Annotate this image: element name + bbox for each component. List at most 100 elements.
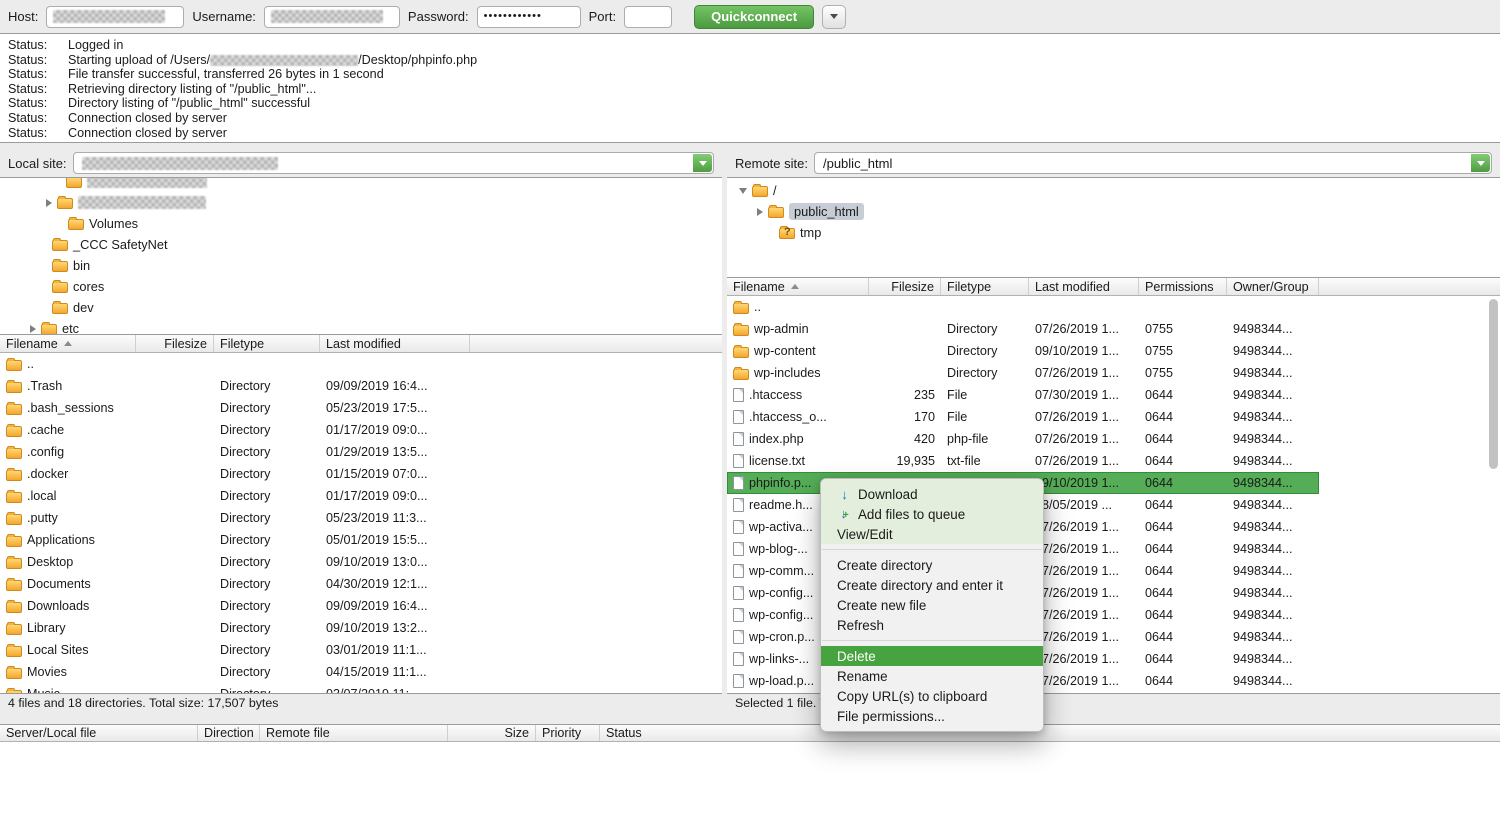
- file-row[interactable]: .htaccess_o... 170 File 07/26/2019 1... …: [727, 406, 1319, 428]
- file-icon: [733, 388, 744, 402]
- file-row[interactable]: .bash_sessions Directory 05/23/2019 17:5…: [0, 397, 722, 419]
- menu-item-create-new-file[interactable]: Create new file: [821, 595, 1043, 615]
- scrollbar[interactable]: [1487, 297, 1499, 692]
- menu-item-download[interactable]: ↓Download: [821, 484, 1043, 504]
- column-header-remotefile[interactable]: Remote file: [260, 725, 448, 741]
- chevron-down-icon[interactable]: [693, 154, 712, 172]
- column-header-direction[interactable]: Direction: [198, 725, 260, 741]
- file-row[interactable]: Music Directory 03/07/2019 11:...: [0, 683, 722, 693]
- menu-item-delete[interactable]: Delete: [821, 646, 1043, 666]
- tree-item[interactable]: dev: [0, 297, 722, 318]
- column-header-ownergroup[interactable]: Owner/Group: [1227, 278, 1319, 295]
- chevron-down-icon[interactable]: [1471, 154, 1490, 172]
- file-row[interactable]: .putty Directory 05/23/2019 11:3...: [0, 507, 722, 529]
- file-icon: [733, 454, 744, 468]
- local-site-row: Local site:: [0, 149, 722, 177]
- column-header-filetype[interactable]: Filetype: [214, 335, 320, 352]
- tree-item[interactable]: /: [727, 180, 1500, 201]
- tree-item[interactable]: [0, 177, 722, 192]
- file-row[interactable]: .config Directory 01/29/2019 13:5...: [0, 441, 722, 463]
- column-header-priority[interactable]: Priority: [536, 725, 600, 741]
- column-header-filename[interactable]: Filename: [0, 335, 136, 352]
- file-row[interactable]: Applications Directory 05/01/2019 15:5..…: [0, 529, 722, 551]
- file-icon: [733, 303, 749, 314]
- redacted-folder: [87, 177, 207, 188]
- menu-item-rename[interactable]: Rename: [821, 666, 1043, 686]
- tree-item[interactable]: public_html: [727, 201, 1500, 222]
- username-input[interactable]: [264, 6, 400, 28]
- file-row[interactable]: .htaccess 235 File 07/30/2019 1... 0644 …: [727, 384, 1319, 406]
- queue-splitter[interactable]: [0, 711, 1500, 724]
- tree-item[interactable]: [0, 192, 722, 213]
- file-row[interactable]: Movies Directory 04/15/2019 11:1...: [0, 661, 722, 683]
- file-row[interactable]: Downloads Directory 09/09/2019 16:4...: [0, 595, 722, 617]
- menu-item-refresh[interactable]: Refresh: [821, 615, 1043, 635]
- file-row[interactable]: index.php 420 php-file 07/26/2019 1... 0…: [727, 428, 1319, 450]
- file-row[interactable]: .local Directory 01/17/2019 09:0...: [0, 485, 722, 507]
- file-icon: [733, 586, 744, 600]
- column-header-filename[interactable]: Filename: [727, 278, 869, 295]
- file-row[interactable]: Library Directory 09/10/2019 13:2...: [0, 617, 722, 639]
- tree-item[interactable]: tmp: [727, 222, 1500, 243]
- file-icon: [6, 382, 22, 393]
- expander-icon[interactable]: [757, 208, 763, 216]
- file-row[interactable]: wp-includes Directory 07/26/2019 1... 07…: [727, 362, 1319, 384]
- expander-icon[interactable]: [46, 199, 52, 207]
- file-row[interactable]: license.txt 19,935 txt-file 07/26/2019 1…: [727, 450, 1319, 472]
- file-icon: [6, 646, 22, 657]
- column-header-filesize[interactable]: Filesize: [136, 335, 214, 352]
- tree-item[interactable]: cores: [0, 276, 722, 297]
- file-row[interactable]: .docker Directory 01/15/2019 07:0...: [0, 463, 722, 485]
- menu-item-file-permissions[interactable]: File permissions...: [821, 706, 1043, 726]
- file-row[interactable]: wp-content Directory 09/10/2019 1... 075…: [727, 340, 1319, 362]
- column-header-filesize[interactable]: Filesize: [869, 278, 941, 295]
- file-row[interactable]: wp-admin Directory 07/26/2019 1... 0755 …: [727, 318, 1319, 340]
- tree-item[interactable]: bin: [0, 255, 722, 276]
- column-header-lastmodified[interactable]: Last modified: [1029, 278, 1139, 295]
- expander-icon[interactable]: [30, 325, 36, 333]
- quickconnect-button[interactable]: Quickconnect: [694, 5, 814, 29]
- column-header-filetype[interactable]: Filetype: [941, 278, 1029, 295]
- host-input[interactable]: [46, 6, 184, 28]
- menu-item-create-directory-enter[interactable]: Create directory and enter it: [821, 575, 1043, 595]
- tree-item[interactable]: _CCC SafetyNet: [0, 234, 722, 255]
- column-header-status[interactable]: Status: [600, 725, 1500, 741]
- port-input[interactable]: [624, 6, 672, 28]
- menu-item-view-edit[interactable]: View/Edit: [821, 524, 1043, 544]
- menu-item-copy-url[interactable]: Copy URL(s) to clipboard: [821, 686, 1043, 706]
- file-icon: [733, 347, 749, 358]
- username-label: Username:: [192, 9, 256, 24]
- column-header-lastmodified[interactable]: Last modified: [320, 335, 470, 352]
- tree-item[interactable]: etc: [0, 318, 722, 335]
- column-header-size[interactable]: Size: [448, 725, 536, 741]
- file-icon: [733, 498, 744, 512]
- redacted-folder: [78, 196, 206, 209]
- column-header-permissions[interactable]: Permissions: [1139, 278, 1227, 295]
- context-menu: ↓Download ↓+Add files to queue View/Edit…: [820, 478, 1044, 732]
- menu-item-create-directory[interactable]: Create directory: [821, 555, 1043, 575]
- file-icon: [6, 448, 22, 459]
- remote-site-combo[interactable]: /public_html: [814, 152, 1492, 174]
- password-input[interactable]: ••••••••••••: [477, 6, 581, 28]
- file-icon: [733, 564, 744, 578]
- scrollbar-thumb[interactable]: [1489, 299, 1498, 469]
- tree-item[interactable]: Volumes: [0, 213, 722, 234]
- file-row[interactable]: Desktop Directory 09/10/2019 13:0...: [0, 551, 722, 573]
- redacted-username: [271, 10, 383, 23]
- host-label: Host:: [8, 9, 38, 24]
- context-menu-group: ↓Download ↓+Add files to queue View/Edit: [821, 479, 1043, 544]
- local-site-combo[interactable]: [73, 152, 714, 174]
- file-row[interactable]: ..: [727, 296, 1319, 318]
- file-row[interactable]: Local Sites Directory 03/01/2019 11:1...: [0, 639, 722, 661]
- menu-item-add-files-to-queue[interactable]: ↓+Add files to queue: [821, 504, 1043, 524]
- expander-icon[interactable]: [739, 188, 747, 194]
- folder-icon: [768, 207, 784, 218]
- file-icon: [733, 520, 744, 534]
- redacted-local-path: [82, 157, 278, 170]
- file-row[interactable]: ..: [0, 353, 722, 375]
- file-row[interactable]: Documents Directory 04/30/2019 12:1...: [0, 573, 722, 595]
- file-row[interactable]: .cache Directory 01/17/2019 09:0...: [0, 419, 722, 441]
- file-row[interactable]: .Trash Directory 09/09/2019 16:4...: [0, 375, 722, 397]
- column-header-serverlocalfile[interactable]: Server/Local file: [0, 725, 198, 741]
- quickconnect-dropdown-button[interactable]: [822, 5, 846, 29]
